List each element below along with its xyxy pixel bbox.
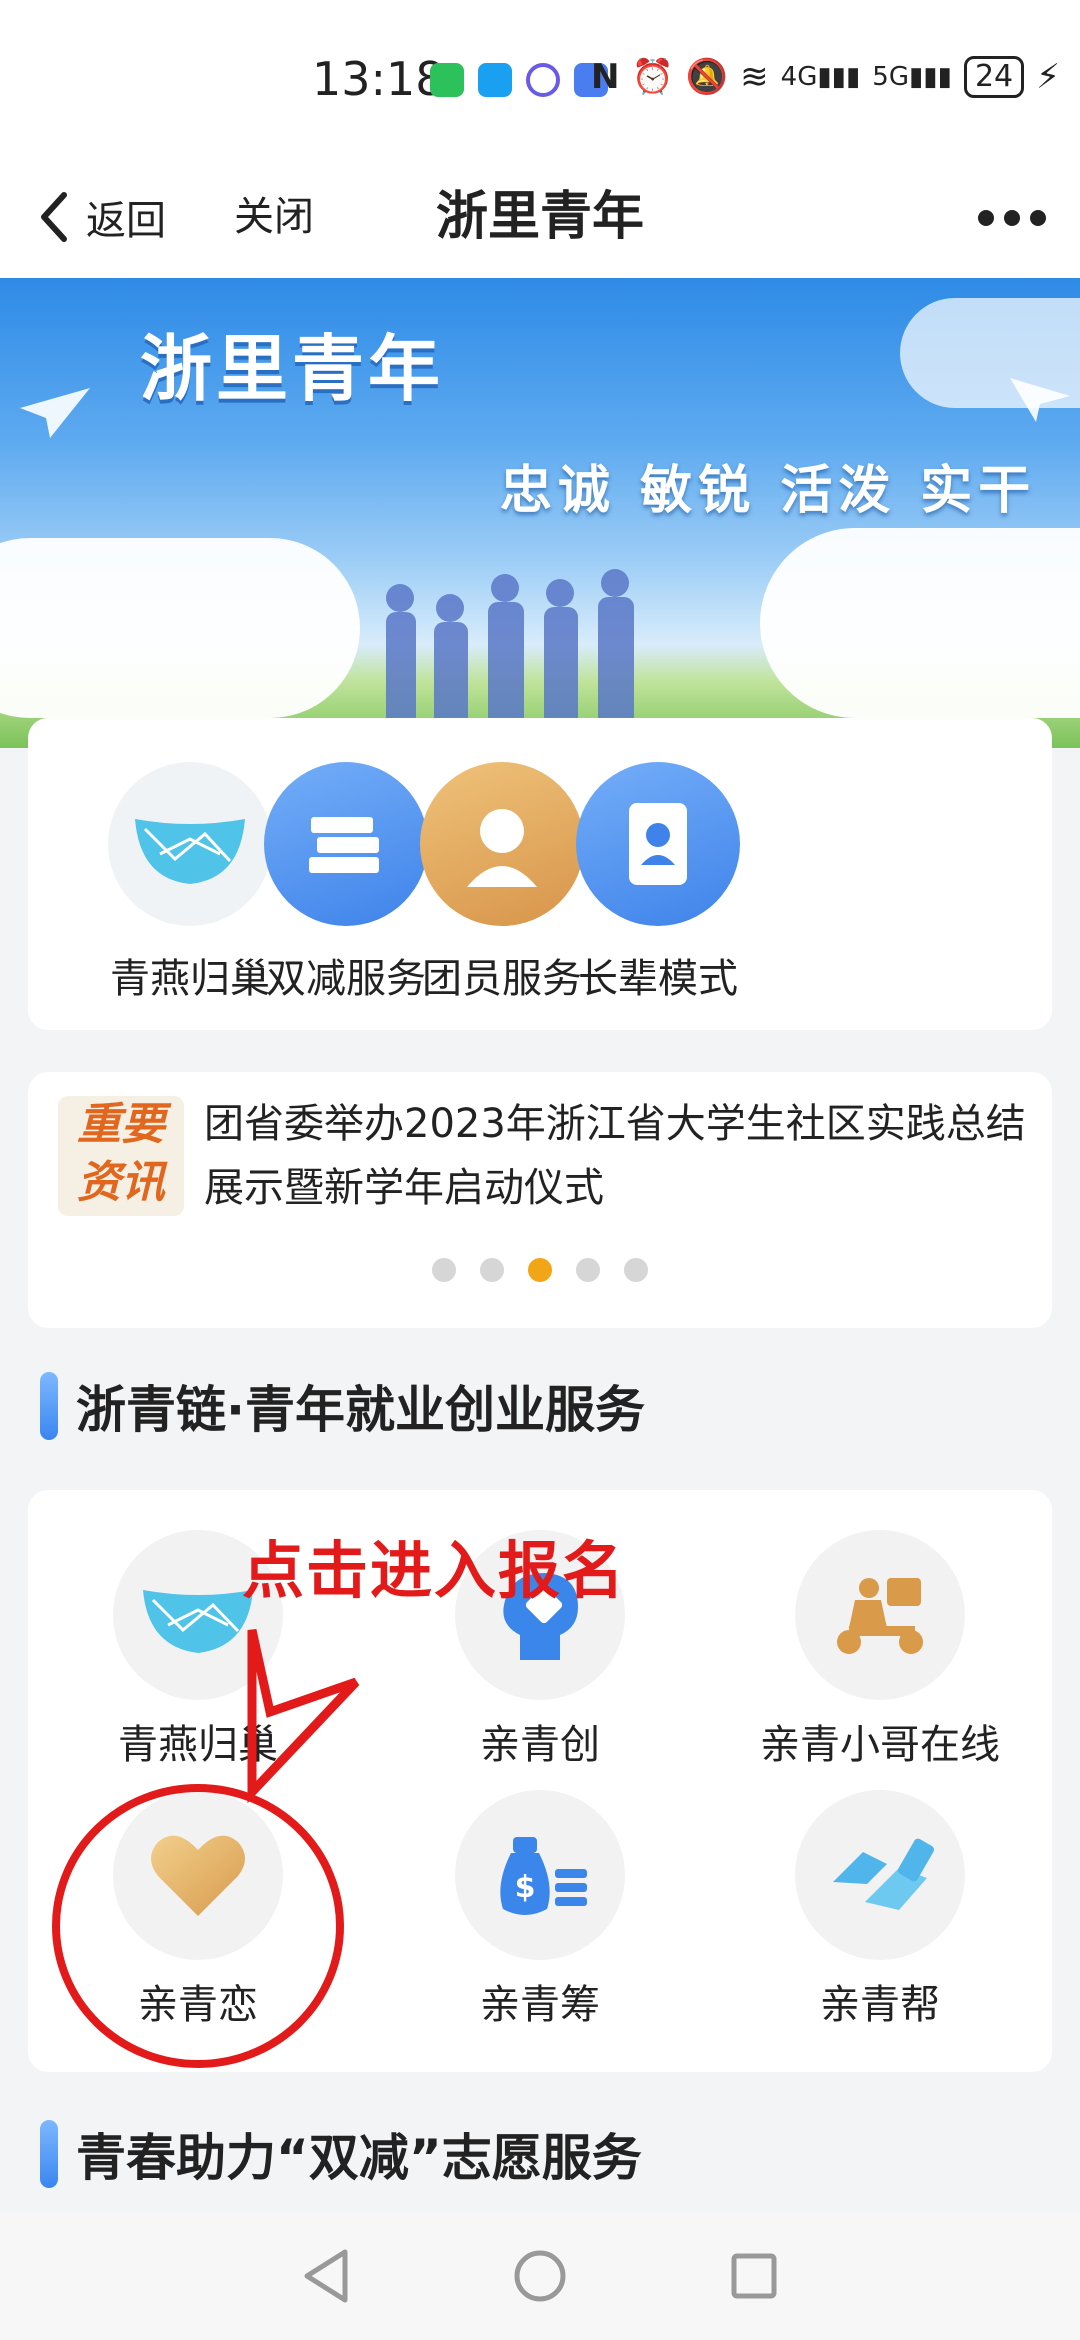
nav-recents-square-icon[interactable] bbox=[729, 2251, 779, 2301]
job-item-qinqinglian[interactable]: 亲青恋 bbox=[48, 1790, 348, 2030]
svg-text:$: $ bbox=[515, 1870, 536, 1905]
job-label: 亲青小哥在线 bbox=[760, 1722, 1000, 1768]
cloud-decoration bbox=[0, 538, 360, 718]
banner-title: 浙里青年 bbox=[140, 326, 445, 411]
section-title-text: 青春助力“双减”志愿服务 bbox=[76, 2129, 642, 2187]
job-label: 青燕归巢 bbox=[118, 1722, 278, 1768]
job-item-qinqingbang[interactable]: 亲青帮 bbox=[730, 1790, 1030, 2030]
delivery-scooter-icon bbox=[795, 1530, 965, 1700]
charging-icon: ⚡ bbox=[1036, 57, 1060, 97]
heart-icon bbox=[113, 1790, 283, 1960]
job-label: 亲青筹 bbox=[480, 1982, 600, 2028]
nav-home-circle-icon[interactable] bbox=[512, 2248, 568, 2304]
wechat-icon bbox=[430, 63, 464, 97]
more-dot-icon bbox=[978, 210, 994, 226]
badge-line: 资讯 bbox=[77, 1157, 165, 1208]
status-bar: 13:18 N ⏰ 🔕 ≋ 4G▮▮▮ 5G▮▮▮ 24 ⚡ bbox=[0, 0, 1080, 160]
section-title-volunteer: 青春助力“双减”志愿服务 bbox=[40, 2118, 642, 2190]
job-item-qinqingchou[interactable]: $ 亲青筹 bbox=[390, 1790, 690, 2030]
app-icon bbox=[526, 63, 560, 97]
hero-banner: 浙里青年 忠诚 敏锐 活泼 实干 bbox=[0, 278, 1080, 748]
pager-dot-active[interactable] bbox=[528, 1258, 552, 1282]
section-title-text: 浙青链·青年就业创业服务 bbox=[76, 1381, 645, 1439]
news-ticker-card[interactable]: 重要 资讯 团省委举办2023年浙江省大学生社区实践总结展示暨新学年启动仪式 bbox=[28, 1072, 1052, 1328]
important-news-badge: 重要 资讯 bbox=[58, 1096, 184, 1216]
paper-plane-icon bbox=[1010, 378, 1070, 422]
pager-dot[interactable] bbox=[480, 1258, 504, 1282]
news-headline[interactable]: 团省委举办2023年浙江省大学生社区实践总结展示暨新学年启动仪式 bbox=[204, 1092, 1044, 1220]
mute-icon: 🔕 bbox=[685, 57, 729, 97]
service-item-elder-mode[interactable]: 长辈模式 bbox=[558, 762, 758, 1004]
cloud-decoration bbox=[760, 528, 1080, 718]
pager-dot[interactable] bbox=[576, 1258, 600, 1282]
message-icon bbox=[478, 63, 512, 97]
job-item-courier-online[interactable]: 亲青小哥在线 bbox=[730, 1530, 1030, 1770]
alarm-icon: ⏰ bbox=[631, 57, 674, 97]
paper-plane-icon bbox=[20, 388, 90, 438]
badge-line: 重要 bbox=[77, 1099, 165, 1150]
carousel-pager bbox=[28, 1258, 1052, 1282]
signal-5g-icon: 5G▮▮▮ bbox=[872, 62, 952, 92]
page-title: 浙里青年 bbox=[435, 187, 644, 247]
money-bag-icon: $ bbox=[455, 1790, 625, 1960]
signal-4g-icon: 4G▮▮▮ bbox=[780, 62, 861, 92]
wifi-icon: ≋ bbox=[740, 57, 769, 97]
quick-services-card: 青燕归巢 双减服务 团员服务 长辈模式 bbox=[28, 718, 1052, 1030]
more-button[interactable] bbox=[978, 188, 1046, 248]
annotation-text: 点击进入报名 bbox=[242, 1534, 627, 1607]
status-time: 13:18 bbox=[312, 52, 445, 106]
section-title-jobs: 浙青链·青年就业创业服务 bbox=[40, 1370, 645, 1442]
more-dot-icon bbox=[1004, 210, 1020, 226]
nav-back-triangle-icon[interactable] bbox=[301, 2248, 351, 2304]
pager-dot[interactable] bbox=[624, 1258, 648, 1282]
section-accent-bar bbox=[40, 1372, 58, 1440]
more-dot-icon bbox=[1030, 210, 1046, 226]
elder-mode-icon bbox=[576, 762, 740, 926]
job-label: 亲青帮 bbox=[820, 1982, 940, 2028]
status-system-icons: N ⏰ 🔕 ≋ 4G▮▮▮ 5G▮▮▮ 24 ⚡ bbox=[591, 56, 1060, 98]
section-accent-bar bbox=[40, 2120, 58, 2188]
nfc-icon: N bbox=[591, 57, 620, 97]
system-nav-bar bbox=[0, 2212, 1080, 2340]
pager-dot[interactable] bbox=[432, 1258, 456, 1282]
handshake-icon bbox=[795, 1790, 965, 1960]
job-label: 亲青创 bbox=[480, 1722, 600, 1768]
job-label: 亲青恋 bbox=[138, 1982, 258, 2028]
banner-slogan: 忠诚 敏锐 活泼 实干 bbox=[500, 460, 1037, 521]
nav-bar: 返回 关闭 浙里青年 bbox=[0, 160, 1080, 278]
status-notification-icons bbox=[430, 58, 608, 102]
service-label: 长辈模式 bbox=[578, 956, 738, 1002]
battery-indicator: 24 bbox=[963, 56, 1025, 98]
